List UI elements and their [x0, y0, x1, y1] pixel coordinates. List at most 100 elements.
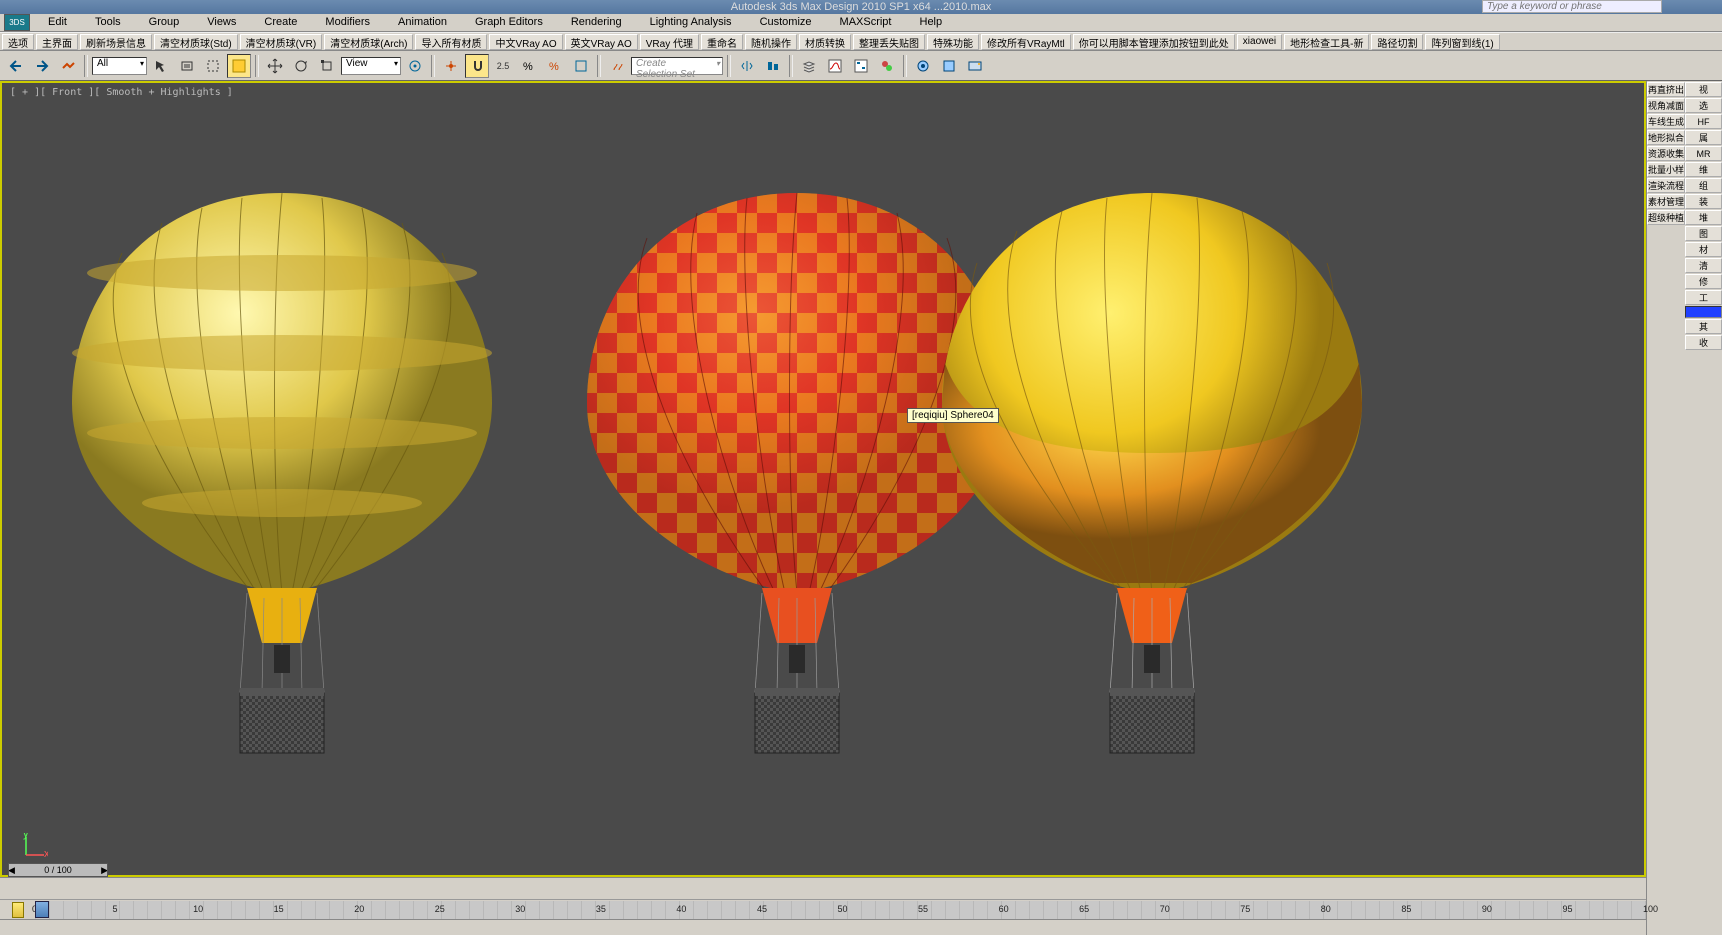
selection-filter-dropdown[interactable]: All: [92, 57, 147, 75]
menu-create[interactable]: Create: [250, 14, 311, 31]
script-btn[interactable]: xiaowei: [1237, 34, 1282, 50]
script-btn[interactable]: VRay 代理: [640, 34, 699, 50]
panel-btn[interactable]: 清: [1685, 258, 1722, 273]
time-ruler[interactable]: 0 / 100: [0, 877, 1646, 899]
align-icon[interactable]: [761, 54, 785, 78]
panel-btn[interactable]: 地形拟合: [1647, 130, 1685, 145]
window-crossing-icon[interactable]: [227, 54, 251, 78]
panel-btn[interactable]: 素材管理: [1647, 194, 1685, 209]
panel-btn[interactable]: 其: [1685, 319, 1722, 334]
script-btn[interactable]: 主界面: [36, 34, 78, 50]
spinner-snap-icon[interactable]: %: [543, 54, 567, 78]
script-btn[interactable]: 特殊功能: [927, 34, 979, 50]
panel-btn[interactable]: 维: [1685, 162, 1722, 177]
script-btn[interactable]: 随机操作: [745, 34, 797, 50]
panel-btn[interactable]: 堆: [1685, 210, 1722, 225]
curve-editor-icon[interactable]: [823, 54, 847, 78]
panel-btn[interactable]: 组: [1685, 178, 1722, 193]
time-slider-row[interactable]: 0510152025303540455055606570758085909510…: [0, 899, 1646, 919]
script-btn[interactable]: 路径切割: [1371, 34, 1423, 50]
panel-btn[interactable]: 属: [1685, 130, 1722, 145]
menu-lighting[interactable]: Lighting Analysis: [636, 14, 746, 31]
script-btn[interactable]: 材质转换: [799, 34, 851, 50]
link-icon[interactable]: [56, 54, 80, 78]
ref-coord-dropdown[interactable]: View: [341, 57, 401, 75]
panel-btn[interactable]: 车线生成: [1647, 114, 1685, 129]
panel-btn[interactable]: HF: [1685, 114, 1722, 129]
render-icon[interactable]: [963, 54, 987, 78]
script-btn[interactable]: 清空材质球(Arch): [324, 34, 413, 50]
edit-sel-set-icon[interactable]: [605, 54, 629, 78]
layer-manager-icon[interactable]: [797, 54, 821, 78]
panel-btn[interactable]: 视: [1685, 82, 1722, 97]
panel-btn[interactable]: 超级种植: [1647, 210, 1685, 225]
menu-modifiers[interactable]: Modifiers: [311, 14, 384, 31]
panel-btn[interactable]: MR: [1685, 146, 1722, 161]
menu-help[interactable]: Help: [906, 14, 957, 31]
menu-tools[interactable]: Tools: [81, 14, 135, 31]
panel-btn[interactable]: 渲染流程: [1647, 178, 1685, 193]
menu-animation[interactable]: Animation: [384, 14, 461, 31]
snap-toggle-icon[interactable]: [465, 54, 489, 78]
script-btn[interactable]: 刷新场景信息: [80, 34, 152, 50]
panel-btn[interactable]: 图: [1685, 226, 1722, 241]
select-rect-icon[interactable]: [201, 54, 225, 78]
schematic-view-icon[interactable]: [849, 54, 873, 78]
panel-btn[interactable]: 收: [1685, 335, 1722, 350]
panel-btn[interactable]: 装: [1685, 194, 1722, 209]
menu-group[interactable]: Group: [135, 14, 194, 31]
move-icon[interactable]: [263, 54, 287, 78]
render-setup-icon[interactable]: [911, 54, 935, 78]
tick-label: 65: [1079, 904, 1089, 914]
panel-btn[interactable]: 修: [1685, 274, 1722, 289]
panel-btn[interactable]: 再直挤出: [1647, 82, 1685, 97]
panel-btn[interactable]: 视角减面: [1647, 98, 1685, 113]
select-name-icon[interactable]: [175, 54, 199, 78]
panel-btn[interactable]: 选: [1685, 98, 1722, 113]
menu-customize[interactable]: Customize: [746, 14, 826, 31]
viewport-front[interactable]: [ + ][ Front ][ Smooth + Highlights ] [r…: [0, 81, 1646, 877]
panel-btn[interactable]: 批量小样: [1647, 162, 1685, 177]
select-object-icon[interactable]: [149, 54, 173, 78]
pivot-icon[interactable]: [403, 54, 427, 78]
panel-btn[interactable]: 工: [1685, 290, 1722, 305]
app-logo-icon[interactable]: 3DS: [4, 14, 30, 31]
script-btn[interactable]: 修改所有VRayMtl: [981, 34, 1071, 50]
frame-indicator[interactable]: 0 / 100: [8, 863, 108, 877]
redo-icon[interactable]: [30, 54, 54, 78]
undo-icon[interactable]: [4, 54, 28, 78]
render-frame-icon[interactable]: [937, 54, 961, 78]
angle-snap-icon[interactable]: 2.5: [491, 54, 515, 78]
mirror-icon[interactable]: [735, 54, 759, 78]
script-btn[interactable]: 清空材质球(VR): [240, 34, 323, 50]
rotate-icon[interactable]: [289, 54, 313, 78]
script-btn[interactable]: 整理丢失贴图: [853, 34, 925, 50]
help-search-input[interactable]: [1482, 0, 1662, 13]
panel-btn[interactable]: 资源收集: [1647, 146, 1685, 161]
material-editor-icon[interactable]: [875, 54, 899, 78]
script-btn[interactable]: 英文VRay AO: [565, 34, 638, 50]
script-btn[interactable]: 阵列窗到线(1): [1425, 34, 1499, 50]
menu-grapheditors[interactable]: Graph Editors: [461, 14, 557, 31]
script-btn[interactable]: 中文VRay AO: [489, 34, 562, 50]
menu-rendering[interactable]: Rendering: [557, 14, 636, 31]
named-sel-dropdown[interactable]: Create Selection Set: [631, 57, 723, 75]
menu-views[interactable]: Views: [193, 14, 250, 31]
script-btn[interactable]: 重命名: [701, 34, 743, 50]
time-slider-handle[interactable]: [35, 901, 49, 918]
script-btn[interactable]: 你可以用脚本管理添加按钮到此处: [1073, 34, 1235, 50]
time-ticks[interactable]: 0510152025303540455055606570758085909510…: [35, 901, 1646, 919]
edit-named-sel-icon[interactable]: [569, 54, 593, 78]
scale-icon[interactable]: [315, 54, 339, 78]
menu-maxscript[interactable]: MAXScript: [826, 14, 906, 31]
menu-edit[interactable]: Edit: [34, 14, 81, 31]
script-btn[interactable]: 选项: [2, 34, 34, 50]
script-btn[interactable]: 清空材质球(Std): [154, 34, 238, 50]
percent-snap-icon[interactable]: %: [517, 54, 541, 78]
manipulate-icon[interactable]: [439, 54, 463, 78]
autokey-icon[interactable]: [12, 902, 24, 918]
panel-btn[interactable]: 材: [1685, 242, 1722, 257]
script-btn[interactable]: 地形检查工具-新: [1284, 34, 1369, 50]
script-btn[interactable]: 导入所有材质: [415, 34, 487, 50]
color-swatch[interactable]: [1685, 306, 1722, 318]
